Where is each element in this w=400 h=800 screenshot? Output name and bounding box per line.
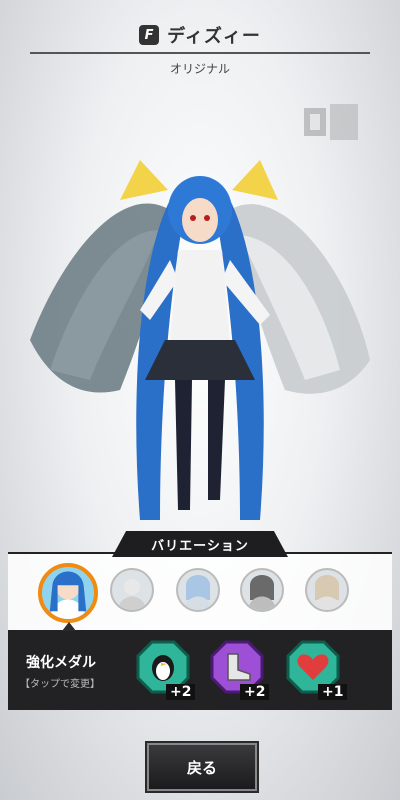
title-divider (30, 52, 370, 54)
variation-thumb-2[interactable] (110, 568, 154, 612)
variation-tab: バリエーション (112, 531, 288, 557)
variation-thumb-4[interactable] (240, 568, 284, 612)
variation-thumb-5[interactable] (305, 568, 349, 612)
medal-count: +1 (318, 684, 348, 700)
page-title: ディズィー (167, 26, 261, 47)
character-avatar-icon (49, 571, 87, 619)
medal-count: +2 (240, 684, 270, 700)
variation-subtitle: オリジナル (169, 62, 230, 76)
decorative-emblem-icon (304, 104, 358, 140)
character-avatar-icon (184, 575, 212, 610)
variation-thumb-3[interactable] (176, 568, 220, 612)
penguin-icon (152, 655, 174, 681)
selection-caret-icon (62, 622, 76, 631)
medal-note: 【タップで変更】 (20, 679, 100, 690)
back-button[interactable]: 戻る (147, 743, 257, 791)
medal-title: 強化メダル (26, 655, 96, 671)
header: F ディズィー オリジナル (0, 0, 400, 90)
character-avatar-icon (313, 575, 341, 610)
variation-thumb-1[interactable] (38, 563, 98, 623)
title-row: F ディズィー (0, 22, 400, 48)
medal-count: +2 (166, 684, 196, 700)
character-illustration (30, 160, 370, 520)
character-avatar-icon (118, 579, 146, 610)
character-avatar-icon (248, 575, 276, 610)
f-badge-icon: F (139, 25, 160, 45)
